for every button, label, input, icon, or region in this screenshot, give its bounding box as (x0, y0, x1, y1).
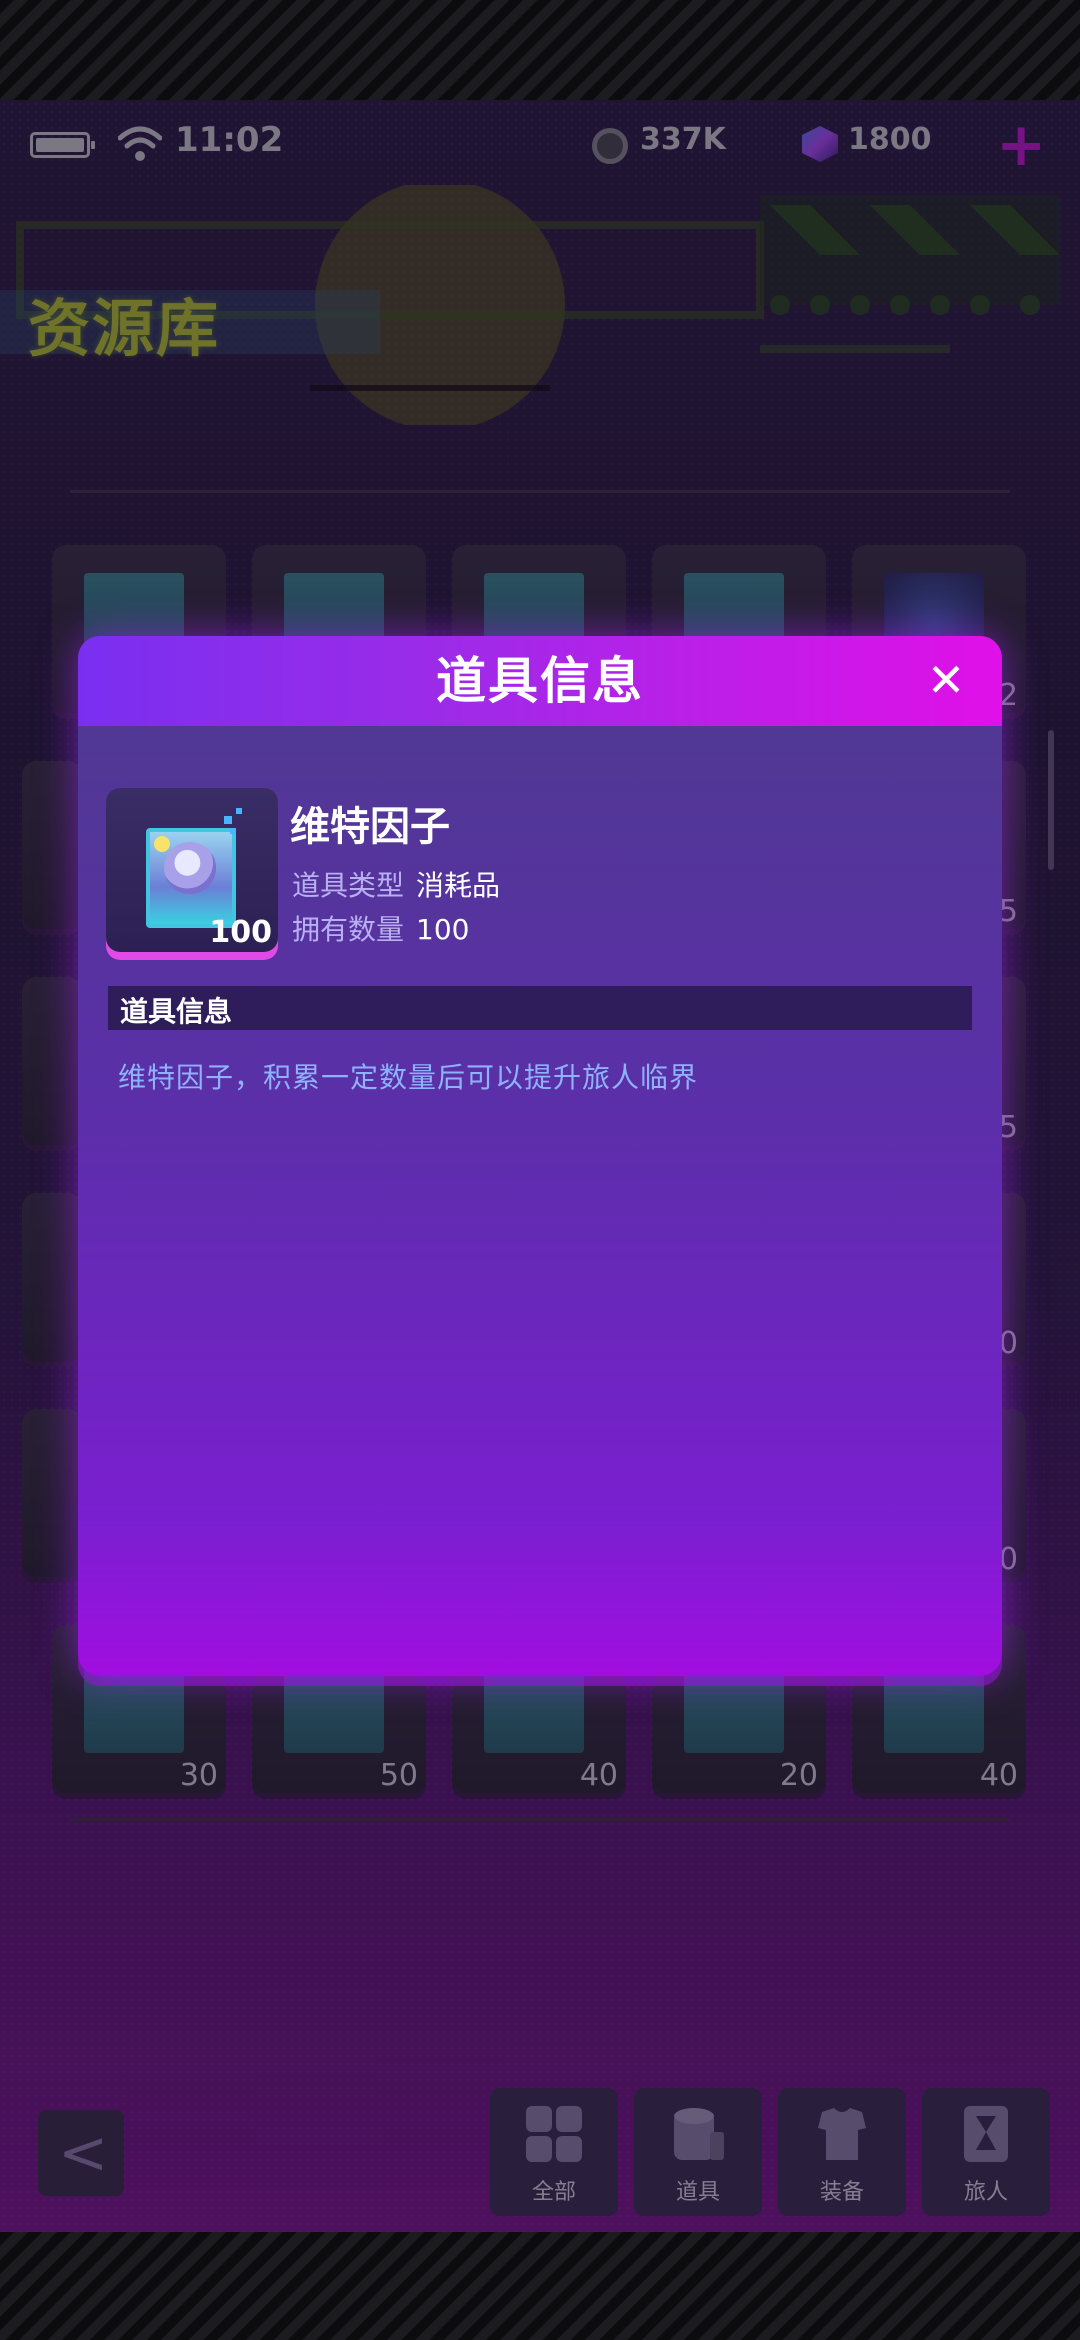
top-bezel (0, 0, 1080, 100)
item-quantity-label: 拥有数量 (292, 913, 405, 946)
item-count-badge: 100 (209, 915, 272, 950)
sparkle-icon (224, 816, 232, 824)
close-icon: ✕ (926, 653, 966, 707)
sparkle-icon (230, 828, 236, 834)
section-title: 道具信息 (120, 995, 233, 1028)
item-info-dialog: 道具信息 ✕ 100 维特因子 道具类型 消耗品 拥有数量 100 道具信息 维特因… (78, 636, 1002, 1676)
item-description: 维特因子，积累一定数量后可以提升旅人临界 (118, 1061, 699, 1094)
bottom-bezel (0, 2232, 1080, 2340)
sparkle-icon (236, 808, 242, 814)
item-name: 维特因子 (290, 804, 450, 850)
dialog-title: 道具信息 (436, 652, 644, 710)
item-icon-frame: 100 (106, 788, 278, 960)
item-type-label: 道具类型 (292, 869, 405, 902)
section-header: 道具信息 (108, 986, 972, 1030)
item-quantity-row: 拥有数量 100 (292, 908, 469, 948)
item-type-value: 消耗品 (416, 869, 501, 902)
vita-factor-icon (146, 828, 236, 928)
item-quantity-value: 100 (416, 913, 470, 946)
close-button[interactable]: ✕ (916, 650, 976, 710)
item-type-row: 道具类型 消耗品 (292, 864, 500, 904)
